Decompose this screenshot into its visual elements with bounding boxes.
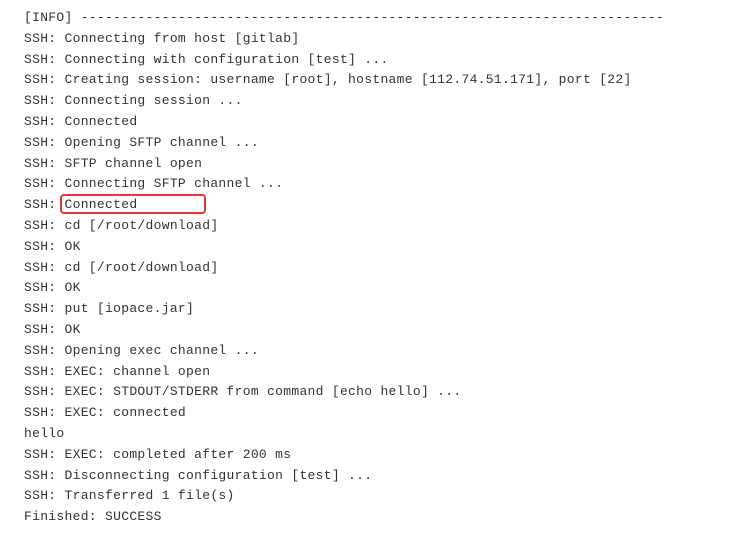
log-line: SSH: EXEC: STDOUT/STDERR from command [e… [24,382,712,403]
log-line: SSH: OK [24,278,712,299]
log-line: SSH: Opening exec channel ... [24,341,712,362]
log-line: SSH: OK [24,237,712,258]
log-line: SSH: EXEC: connected [24,403,712,424]
log-line: SSH: Disconnecting configuration [test] … [24,466,712,487]
log-line: SSH: Connecting SFTP channel ... [24,174,712,195]
log-line: [INFO] ---------------------------------… [24,8,712,29]
log-line: SSH: Connecting from host [gitlab] [24,29,712,50]
log-line: SSH: EXEC: completed after 200 ms [24,445,712,466]
log-line: SSH: EXEC: channel open [24,362,712,383]
console-log-output: [INFO] ---------------------------------… [24,8,712,528]
log-line: SSH: Transferred 1 file(s) [24,486,712,507]
log-line: Finished: SUCCESS [24,507,712,528]
log-line: SSH: Connecting with configuration [test… [24,50,712,71]
log-line: SSH: Connecting session ... [24,91,712,112]
log-line: SSH: put [iopace.jar] [24,299,712,320]
log-line-highlighted: SSH: cd [/root/download] [24,216,712,237]
log-line: hello [24,424,712,445]
log-line: SSH: cd [/root/download] [24,258,712,279]
log-line: SSH: Connected [24,195,712,216]
log-line: SSH: Creating session: username [root], … [24,70,712,91]
log-line: SSH: Connected [24,112,712,133]
log-line: SSH: OK [24,320,712,341]
log-line: SSH: SFTP channel open [24,154,712,175]
log-line: SSH: Opening SFTP channel ... [24,133,712,154]
